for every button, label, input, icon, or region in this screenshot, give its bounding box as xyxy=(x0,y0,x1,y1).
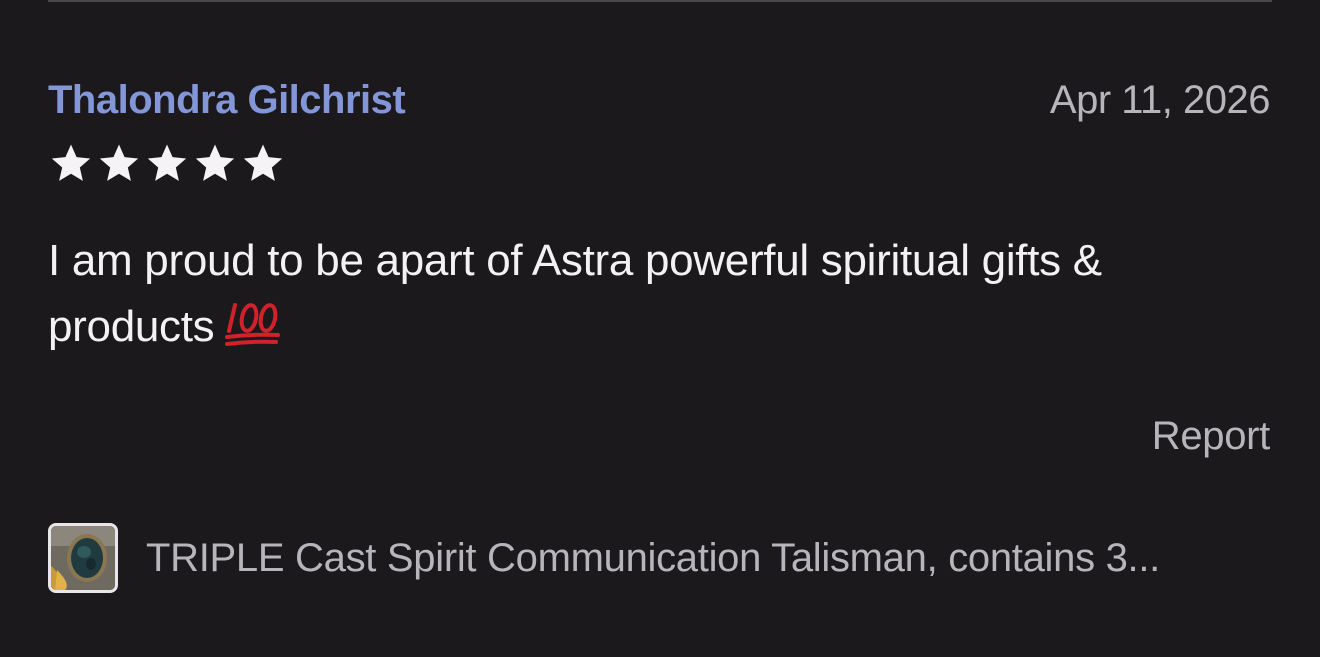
reviewer-name-link[interactable]: Thalondra Gilchrist xyxy=(48,78,406,123)
star-icon xyxy=(243,144,283,181)
divider xyxy=(48,0,1272,2)
product-title: TRIPLE Cast Spirit Communication Talisma… xyxy=(146,535,1160,580)
star-rating xyxy=(48,141,286,187)
hundred-points-icon xyxy=(224,300,281,346)
star-icon xyxy=(51,144,91,181)
product-thumbnail xyxy=(48,523,118,593)
review-body: I am proud to be apart of Astra powerful… xyxy=(48,228,1278,360)
report-link[interactable]: Report xyxy=(1152,414,1271,459)
review-date: Apr 11, 2026 xyxy=(1049,78,1271,122)
review-text: I am proud to be apart of Astra powerful… xyxy=(48,236,1102,351)
star-icon xyxy=(147,144,187,181)
star-icon xyxy=(99,144,139,181)
review-card: Thalondra Gilchrist Apr 11, 2026 I am pr… xyxy=(0,0,1320,657)
product-link[interactable]: TRIPLE Cast Spirit Communication Talisma… xyxy=(48,520,1278,596)
star-icon xyxy=(195,144,235,181)
